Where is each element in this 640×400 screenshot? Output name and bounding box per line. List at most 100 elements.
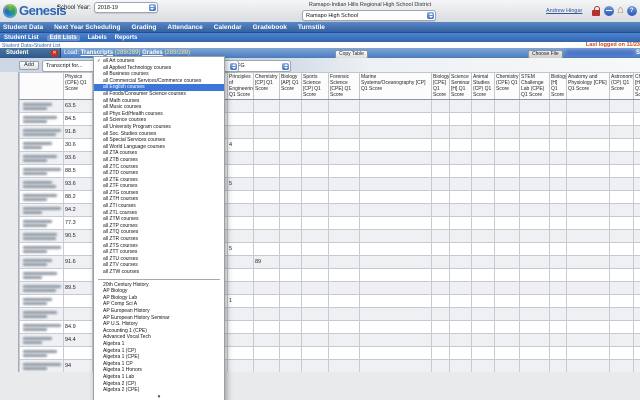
dropdown-option[interactable]: all ZTB courses <box>94 157 224 164</box>
student-name-redacted[interactable] <box>20 126 64 139</box>
dropdown-option[interactable]: all ZTL courses <box>94 210 224 217</box>
grade-cell <box>432 126 450 139</box>
dropdown-option[interactable]: all Special Services courses <box>94 137 224 144</box>
nav-item[interactable]: Next Year Scheduling <box>54 24 120 31</box>
nav-item[interactable]: Gradebook <box>253 24 287 31</box>
dropdown-option[interactable]: Algebra 1 <box>94 341 224 348</box>
grades-link[interactable]: Grades <box>142 50 163 56</box>
dropdown-option[interactable]: all ZTA courses <box>94 150 224 157</box>
dropdown-option[interactable]: all ZTQ courses <box>94 229 224 236</box>
student-name-redacted[interactable] <box>20 217 64 230</box>
student-name-redacted[interactable] <box>20 165 64 178</box>
subnav-item[interactable]: Edit Lists <box>47 35 80 41</box>
dropdown-option[interactable]: all ZTE courses <box>94 177 224 184</box>
help-circle-icon[interactable]: ? <box>627 6 637 16</box>
dropdown-option[interactable]: AP U.S. History <box>94 321 224 328</box>
dropdown-option[interactable]: all ZTP courses <box>94 223 224 230</box>
student-name-redacted[interactable] <box>20 269 64 282</box>
school-select[interactable]: Ramapo High School <box>302 10 436 21</box>
dropdown-option[interactable]: AP European History Seminar <box>94 315 224 322</box>
dropdown-option[interactable]: all ZTM courses <box>94 216 224 223</box>
student-name-redacted[interactable] <box>20 113 64 126</box>
nav-item[interactable]: Turnstile <box>298 24 325 31</box>
subnav-item[interactable]: Labels <box>88 35 107 41</box>
dropdown-option[interactable]: all ZTH courses <box>94 196 224 203</box>
dropdown-option[interactable]: ✓ all Art courses <box>94 58 224 65</box>
student-name-redacted[interactable] <box>20 191 64 204</box>
add-button[interactable]: Add <box>19 61 39 70</box>
dropdown-option[interactable]: all Commercial Services/Commerce courses <box>94 78 224 85</box>
lock-icon[interactable] <box>591 5 601 16</box>
scroll-down-icon[interactable]: ▼ <box>94 394 224 400</box>
dropdown-option[interactable]: all Music courses <box>94 104 224 111</box>
student-name-redacted[interactable] <box>20 256 64 269</box>
dropdown-option[interactable]: Accounting 1 (CPE) <box>94 328 224 335</box>
dropdown-option[interactable]: 20th Century History <box>94 282 224 289</box>
student-name-redacted[interactable] <box>20 282 64 295</box>
dropdown-option[interactable]: Algebra 1 (CP) <box>94 348 224 355</box>
dropdown-option[interactable]: Algebra 1 Honors <box>94 367 224 374</box>
dropdown-option[interactable]: all ZTF courses <box>94 183 224 190</box>
student-name-redacted[interactable] <box>20 178 64 191</box>
student-name-redacted[interactable] <box>20 230 64 243</box>
student-name-redacted[interactable] <box>20 334 64 347</box>
minus-circle-icon[interactable] <box>604 6 614 16</box>
dropdown-option[interactable]: Advanced Vocal Tech <box>94 334 224 341</box>
school-year-select[interactable]: 2018-19 <box>94 2 158 13</box>
dropdown-option[interactable]: all ZTC courses <box>94 164 224 171</box>
dropdown-option[interactable]: all ZTD courses <box>94 170 224 177</box>
dropdown-option[interactable]: all Science courses <box>94 117 224 124</box>
dropdown-option[interactable]: Algebra 1 (CPE) <box>94 354 224 361</box>
grade-cell <box>254 178 280 191</box>
nav-item[interactable]: Calendar <box>214 24 242 31</box>
student-name-redacted[interactable] <box>20 347 64 360</box>
dropdown-option[interactable]: AP Comp Sci A <box>94 301 224 308</box>
dropdown-option[interactable]: AP Biology Lab <box>94 295 224 302</box>
dropdown-option[interactable]: all Math courses <box>94 98 224 105</box>
student-name-redacted[interactable] <box>20 100 64 113</box>
dropdown-option[interactable]: all ZTV courses <box>94 262 224 269</box>
dropdown-option[interactable]: all Applied Technology courses <box>94 65 224 72</box>
student-name-redacted[interactable] <box>20 243 64 256</box>
dropdown-option[interactable]: Algebra 1 Lab <box>94 374 224 381</box>
dropdown-option[interactable]: all Business courses <box>94 71 224 78</box>
dropdown-option[interactable] <box>98 277 220 280</box>
dropdown-option[interactable]: all ZTT courses <box>94 249 224 256</box>
dropdown-option[interactable]: all Foods/Consumer Science courses <box>94 91 224 98</box>
dropdown-option[interactable]: all ZTR courses <box>94 236 224 243</box>
dropdown-option[interactable]: all University Program courses <box>94 124 224 131</box>
dropdown-option[interactable]: Algebra 2 (CPE) <box>94 387 224 394</box>
user-name-link[interactable]: Andrew Hingar <box>546 8 582 14</box>
dropdown-option[interactable]: AP Biology <box>94 288 224 295</box>
grade-column-select[interactable]: FG <box>233 60 291 72</box>
nav-item[interactable]: Attendance <box>167 24 202 31</box>
dropdown-option[interactable]: all ZTG courses <box>94 190 224 197</box>
subnav-item[interactable]: Reports <box>115 35 138 41</box>
student-name-redacted[interactable] <box>20 139 64 152</box>
dropdown-option[interactable]: all ZTU courses <box>94 256 224 263</box>
dropdown-option[interactable]: all ZTS courses <box>94 243 224 250</box>
subnav-item[interactable]: Student List <box>4 35 39 41</box>
student-name-redacted[interactable] <box>20 360 64 373</box>
grade-cell <box>254 217 280 230</box>
dropdown-option[interactable]: all English courses <box>94 84 224 91</box>
dropdown-option[interactable]: all ZTW courses <box>94 269 224 276</box>
dropdown-option[interactable]: all Soc. Studies courses <box>94 131 224 138</box>
transcripts-link[interactable]: Transcripts <box>81 50 113 56</box>
home-icon[interactable]: ⌂ <box>617 5 624 16</box>
student-name-redacted[interactable] <box>20 308 64 321</box>
dropdown-option[interactable]: all Phys Ed/Health courses <box>94 111 224 118</box>
dropdown-option[interactable]: AP European History <box>94 308 224 315</box>
nav-item[interactable]: Student Data <box>3 24 43 31</box>
tab-student[interactable]: Student ✕ <box>0 48 61 58</box>
student-name-redacted[interactable] <box>20 152 64 165</box>
dropdown-option[interactable]: all World Language courses <box>94 144 224 151</box>
dropdown-option[interactable]: all ZTI courses <box>94 203 224 210</box>
student-name-redacted[interactable] <box>20 204 64 217</box>
nav-item[interactable]: Grading <box>131 24 156 31</box>
student-name-redacted[interactable] <box>20 321 64 334</box>
dropdown-option[interactable]: Algebra 2 (CP) <box>94 381 224 388</box>
student-name-redacted[interactable] <box>20 295 64 308</box>
dropdown-option[interactable]: Algebra 1 CP <box>94 361 224 368</box>
close-icon[interactable]: ✕ <box>51 50 58 57</box>
